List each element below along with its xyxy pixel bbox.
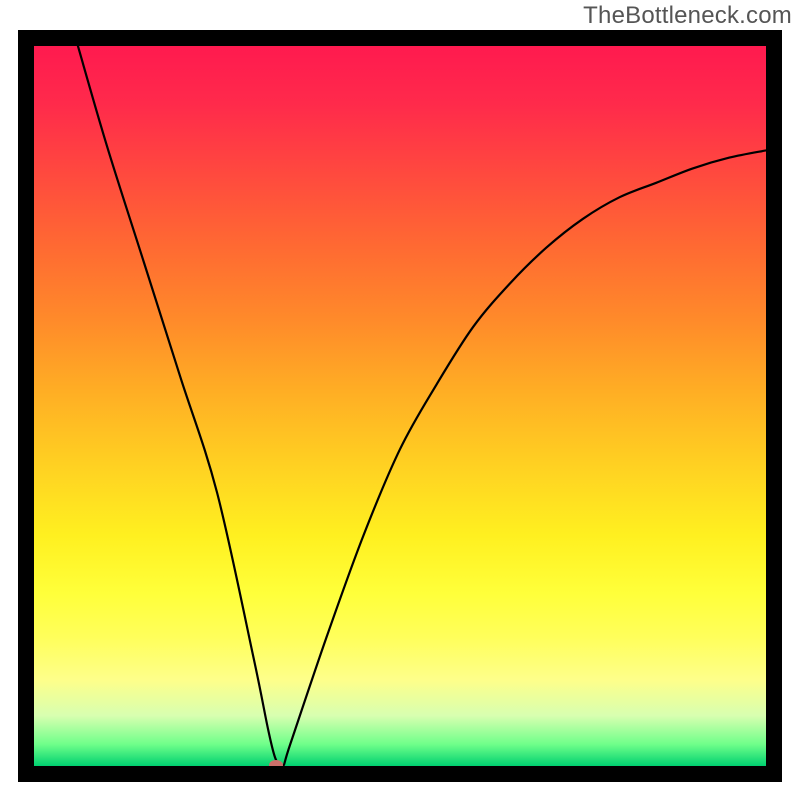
optimum-marker	[269, 760, 283, 770]
watermark-text: TheBottleneck.com	[583, 2, 792, 30]
background-gradient	[34, 46, 766, 766]
chart-container: TheBottleneck.com	[0, 0, 800, 800]
plot-area	[18, 30, 782, 782]
